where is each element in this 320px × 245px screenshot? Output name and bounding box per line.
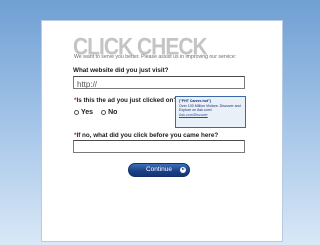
- radio-no[interactable]: No: [101, 109, 117, 116]
- arrow-right-icon: [180, 167, 186, 173]
- question-website-label: What website did you just visit?: [73, 67, 169, 74]
- previous-site-input[interactable]: [73, 140, 245, 153]
- ad-radio-group: Yes No: [74, 109, 125, 116]
- question-previous-label: *If no, what did you click before you ca…: [74, 132, 218, 139]
- continue-label: Continue: [145, 166, 173, 173]
- ad-body: Over 100 Million Visitors. Discover and …: [179, 103, 241, 113]
- ad-link[interactable]: Ask.com/Discover: [179, 113, 242, 118]
- tagline: We want to serve you better. Please assi…: [74, 54, 237, 60]
- question-ad-text: Is this the ad you just clicked on?: [76, 97, 178, 104]
- continue-button[interactable]: Continue: [128, 163, 190, 177]
- question-website-text: What website did you just visit?: [73, 67, 169, 74]
- ad-preview-box: ("FHT Career-hot") Over 100 Million Visi…: [175, 96, 246, 128]
- radio-yes-label: Yes: [81, 109, 94, 116]
- radio-yes[interactable]: Yes: [74, 109, 93, 116]
- radio-no-label: No: [108, 109, 118, 116]
- radio-no-button[interactable]: [101, 110, 107, 115]
- question-previous-text: If no, what did you click before you cam…: [76, 132, 219, 139]
- website-input[interactable]: http://: [73, 76, 245, 89]
- question-ad-label: *Is this the ad you just clicked on?: [74, 97, 177, 104]
- radio-yes-button[interactable]: [74, 110, 79, 115]
